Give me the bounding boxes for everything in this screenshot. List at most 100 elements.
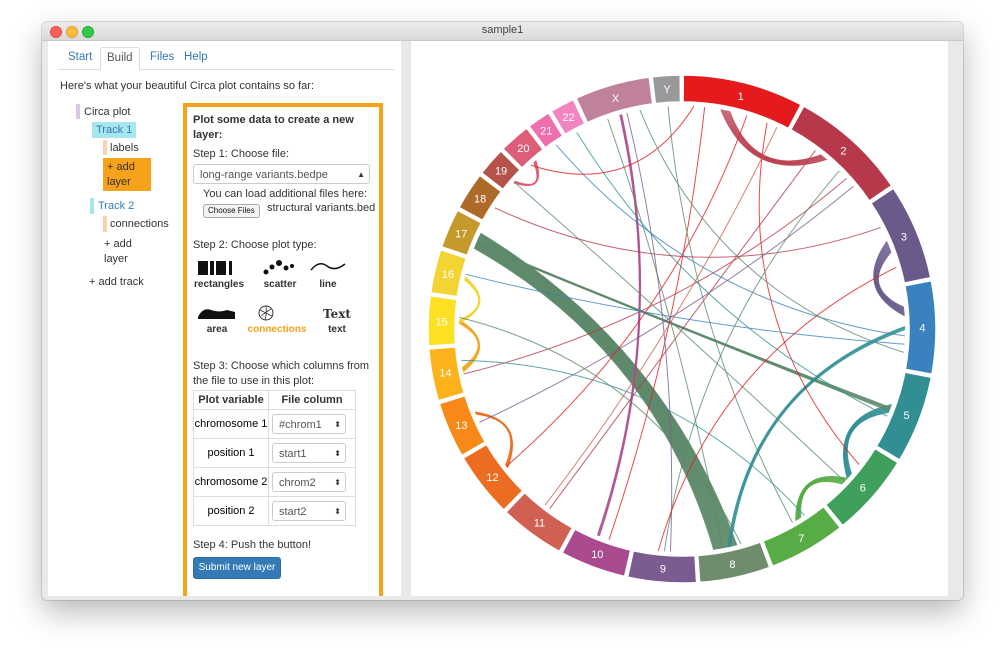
- chromosome-label-9: 9: [660, 564, 666, 576]
- app-window: sample1 Start Build Files Help Here's wh…: [42, 22, 963, 600]
- select-arrows-icon: ⬍: [334, 507, 341, 516]
- connection-link-15: [663, 170, 840, 552]
- circa-plot: 12345678910111213141516171819202122XY: [427, 74, 937, 584]
- chromosome-label-11: 11: [534, 518, 545, 530]
- tree-track-1[interactable]: Track 1: [92, 122, 137, 138]
- panel-heading-line2: layer:: [193, 129, 223, 141]
- chromosome-label-12: 12: [486, 472, 498, 484]
- column-mapping-table: Plot variable File column chromosome 1 #…: [193, 390, 356, 526]
- tab-start[interactable]: Start: [62, 47, 98, 68]
- tree-bar-root: [76, 104, 80, 119]
- load-hint: You can load additional files here:: [203, 188, 368, 200]
- chromosome-label-16: 16: [442, 269, 454, 281]
- tree-bar-track2: [90, 198, 94, 214]
- chromosome-label-13: 13: [455, 420, 467, 432]
- chromosome-label-1: 1: [738, 91, 744, 103]
- column-select-position-1[interactable]: start1 ⬍: [272, 443, 346, 463]
- add-layer-line1[interactable]: + add: [104, 237, 132, 251]
- variable-chromosome-2: chromosome 2: [193, 467, 269, 497]
- col-header-variable: Plot variable: [193, 390, 269, 410]
- file-select-value: long-range variants.bedpe: [200, 169, 328, 181]
- connection-bundle-2: [458, 279, 480, 321]
- col-header-file: File column: [268, 390, 356, 410]
- variable-position-2: position 2: [193, 496, 269, 526]
- chromosome-label-6: 6: [860, 483, 866, 495]
- step1-label: Step 1: Choose file:: [193, 148, 290, 160]
- chromosome-label-3: 3: [901, 231, 907, 243]
- plot-type-line[interactable]: line: [298, 279, 358, 290]
- column-select-chromosome-2[interactable]: chrom2 ⬍: [272, 472, 346, 492]
- chromosome-label-19: 19: [495, 166, 507, 178]
- tab-build[interactable]: Build: [100, 47, 140, 71]
- tree-root[interactable]: Circa plot: [84, 105, 130, 119]
- connection-bundle-3: [514, 161, 538, 186]
- chromosome-label-20: 20: [517, 143, 529, 155]
- connection-bundle-0: [477, 238, 730, 548]
- plot-type-area[interactable]: area: [187, 324, 247, 335]
- chromosome-label-X: X: [612, 93, 620, 105]
- tree-track-2[interactable]: Track 2: [98, 199, 134, 213]
- connection-bundle-3: [514, 161, 538, 186]
- tree-layer-connections[interactable]: connections: [110, 217, 169, 231]
- chromosome-label-7: 7: [798, 533, 804, 545]
- tab-bar: Start Build Files Help: [58, 47, 395, 71]
- rectangles-icon: [198, 261, 232, 275]
- plot-type-rectangles[interactable]: rectangles: [189, 279, 249, 290]
- add-track-link[interactable]: + add track: [89, 275, 144, 289]
- step3-label-line1: Step 3: Choose which columns from: [193, 360, 370, 372]
- chromosome-label-2: 2: [840, 146, 846, 158]
- add-layer-line2[interactable]: layer: [104, 252, 128, 266]
- connections-icon: [258, 305, 274, 321]
- chromosome-label-22: 22: [562, 112, 574, 124]
- variable-position-1: position 1: [193, 438, 269, 468]
- step4-label: Step 4: Push the button!: [193, 539, 312, 551]
- tab-files[interactable]: Files: [144, 47, 180, 68]
- add-layer-active[interactable]: + add layer: [103, 158, 151, 191]
- file-select[interactable]: long-range variants.bedpe ▲: [193, 164, 370, 184]
- tree-layer-labels[interactable]: labels: [110, 141, 139, 155]
- window-title: sample1: [481, 24, 524, 36]
- tree-bar-labels: [103, 140, 107, 155]
- area-icon: [198, 309, 235, 319]
- column-select-value: start2: [279, 506, 307, 518]
- add-layer-active-line2: layer: [107, 176, 131, 188]
- add-layer-active-line1: + add: [107, 161, 135, 173]
- connection-bundle-10: [476, 242, 891, 408]
- table-row: position 2 start2 ⬍: [193, 496, 356, 526]
- column-select-value: chrom2: [279, 477, 316, 489]
- line-icon: [310, 263, 346, 271]
- chromosome-label-4: 4: [919, 322, 925, 334]
- column-select-value: #chrom1: [279, 419, 322, 431]
- chromosome-label-10: 10: [591, 549, 603, 561]
- table-row: chromosome 1 #chrom1 ⬍: [193, 409, 356, 439]
- submit-layer-button[interactable]: Submit new layer: [193, 557, 281, 579]
- chromosome-label-18: 18: [474, 193, 486, 205]
- tree-bar-connections: [103, 216, 107, 232]
- column-select-chromosome-1[interactable]: #chrom1 ⬍: [272, 414, 346, 434]
- plot-type-connections[interactable]: connections: [241, 324, 313, 335]
- intro-text: Here's what your beautiful Circa plot co…: [60, 80, 314, 92]
- tab-help[interactable]: Help: [178, 47, 214, 68]
- text-type-icon: Text: [323, 307, 351, 321]
- connection-bundle-8: [598, 114, 641, 536]
- select-arrows-icon: ▲: [357, 170, 365, 179]
- select-arrows-icon: ⬍: [334, 420, 341, 429]
- chromosome-label-15: 15: [435, 316, 447, 328]
- choose-files-button[interactable]: Choose Files: [203, 204, 260, 218]
- variable-chromosome-1: chromosome 1: [193, 409, 269, 439]
- connection-link-13: [479, 186, 854, 423]
- table-row: chromosome 2 chrom2 ⬍: [193, 467, 356, 497]
- connection-bundle-8: [598, 114, 642, 537]
- scatter-icon: [263, 260, 294, 275]
- plot-type-icons: [198, 260, 346, 321]
- chromosome-label-21: 21: [540, 125, 552, 137]
- plot-area: 1 2 3 4 5 6 7 8 9 10 11 12 13 14 15 16 17 18 19 20 21 22 X Y: [411, 41, 948, 596]
- title-bar: sample1: [42, 22, 963, 41]
- plot-type-text[interactable]: text: [307, 324, 367, 335]
- table-row: position 1 start1 ⬍: [193, 438, 356, 468]
- left-panel: Start Build Files Help Here's what your …: [48, 41, 401, 596]
- column-select-position-2[interactable]: start2 ⬍: [272, 501, 346, 521]
- chromosome-label-Y: Y: [663, 84, 671, 96]
- connection-bundle-0: [477, 238, 729, 548]
- new-layer-panel: Plot some data to create a new layer: St…: [183, 103, 383, 596]
